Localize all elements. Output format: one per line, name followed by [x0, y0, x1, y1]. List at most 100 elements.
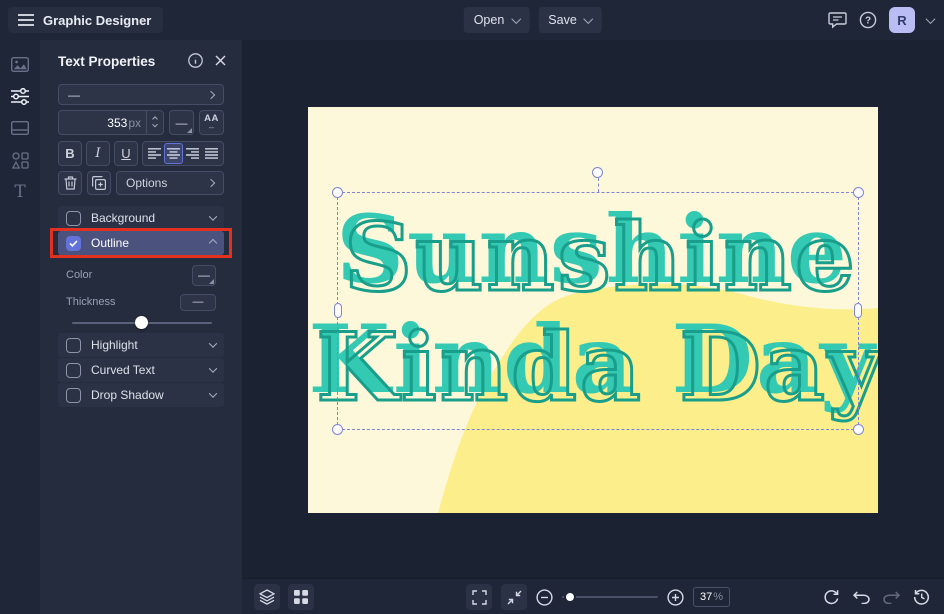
main-menu-button[interactable]: Graphic Designer	[8, 7, 163, 33]
zoom-percent-value: 37	[700, 591, 712, 603]
outline-checkbox[interactable]	[66, 236, 81, 251]
app-title: Graphic Designer	[43, 13, 151, 28]
stepper-down-icon[interactable]	[152, 122, 158, 128]
background-checkbox[interactable]	[66, 211, 81, 226]
fit-to-screen-button[interactable]	[501, 584, 527, 610]
thickness-slider-handle[interactable]	[135, 316, 148, 329]
font-family-select[interactable]: —	[58, 84, 224, 105]
save-button[interactable]: Save	[538, 7, 602, 33]
zoom-controls: 37 %	[466, 584, 730, 610]
refresh-button[interactable]	[823, 589, 840, 605]
zoom-percent-input[interactable]: 37 %	[693, 587, 730, 607]
curved-text-toggle-row[interactable]: Curved Text	[58, 358, 224, 382]
comments-button[interactable]	[828, 12, 847, 29]
outline-thickness-row: Thickness —	[58, 293, 224, 311]
layers-button[interactable]	[254, 584, 280, 610]
rail-frames-tab[interactable]	[0, 112, 40, 144]
bold-button[interactable]: B	[58, 141, 82, 166]
file-actions: Open Save	[464, 7, 602, 33]
chevron-right-icon	[207, 179, 215, 187]
undo-button[interactable]	[853, 590, 870, 604]
account-chevron-down-icon[interactable]	[926, 14, 936, 24]
resize-handle-left[interactable]	[334, 303, 342, 318]
zoom-slider[interactable]	[562, 596, 658, 598]
chevron-right-icon	[207, 90, 215, 98]
text-color-swatch[interactable]: —	[169, 110, 194, 135]
curved-text-checkbox[interactable]	[66, 363, 81, 378]
outline-thickness-slider-row	[58, 316, 224, 330]
tool-rail: T	[0, 40, 41, 614]
history-controls	[823, 584, 930, 610]
options-button[interactable]: Options	[116, 171, 224, 195]
outline-toggle-row[interactable]: Outline	[58, 231, 224, 255]
drop-shadow-label: Drop Shadow	[91, 388, 164, 402]
outline-thickness-value-box[interactable]: —	[180, 294, 216, 311]
chevron-down-icon	[209, 364, 217, 372]
grid-view-button[interactable]	[288, 584, 314, 610]
open-button[interactable]: Open	[464, 7, 530, 33]
drop-shadow-checkbox[interactable]	[66, 388, 81, 403]
align-left-button[interactable]	[145, 143, 164, 164]
font-size-stepper[interactable]	[146, 111, 163, 134]
chevron-down-icon	[583, 14, 593, 24]
highlight-label: Highlight	[91, 338, 138, 352]
graphic-designer-app: Graphic Designer Open Save ? R	[0, 0, 944, 614]
user-avatar[interactable]: R	[889, 7, 915, 33]
resize-handle-top-left[interactable]	[332, 187, 343, 198]
font-size-unit: px	[128, 116, 141, 130]
chevron-down-icon	[209, 339, 217, 347]
letter-spacing-button[interactable]: AA ↔	[199, 110, 224, 135]
rail-properties-tab[interactable]	[0, 80, 40, 112]
font-size-input[interactable]: 353 px	[58, 110, 164, 135]
italic-button[interactable]: I	[86, 141, 110, 166]
chevron-up-icon	[209, 239, 217, 247]
zoom-in-button[interactable]	[667, 589, 684, 606]
bottom-left-tools	[254, 584, 314, 610]
help-button[interactable]: ?	[859, 11, 877, 29]
font-size-row: 353 px — AA ↔	[58, 110, 224, 135]
resize-handle-right[interactable]	[854, 303, 862, 318]
zoom-slider-handle[interactable]	[564, 591, 576, 603]
highlight-checkbox[interactable]	[66, 338, 81, 353]
redo-button[interactable]	[883, 590, 900, 604]
outline-color-swatch[interactable]: —	[192, 265, 216, 286]
curved-text-label: Curved Text	[91, 363, 155, 377]
outline-color-value: —	[198, 268, 210, 282]
fullscreen-button[interactable]	[466, 584, 492, 610]
zoom-percent-unit: %	[713, 591, 723, 603]
rail-shapes-tab[interactable]	[0, 144, 40, 176]
background-label: Background	[91, 211, 155, 225]
rotation-handle[interactable]	[592, 167, 603, 178]
resize-handle-top-right[interactable]	[853, 187, 864, 198]
rail-text-tab[interactable]: T	[0, 176, 40, 208]
align-center-button[interactable]	[164, 143, 183, 164]
history-button[interactable]	[913, 589, 930, 605]
align-right-button[interactable]	[183, 143, 202, 164]
design-canvas[interactable]: Sunshine Kinda Day Sunshine Kinda Day	[308, 107, 878, 513]
outline-thickness-label: Thickness	[58, 296, 116, 308]
font-size-value: 353	[107, 116, 127, 130]
underline-button[interactable]: U	[114, 141, 138, 166]
bottom-toolbar: 37 %	[242, 578, 944, 614]
delete-button[interactable]	[58, 171, 82, 195]
highlight-toggle-row[interactable]: Highlight	[58, 333, 224, 357]
drop-shadow-toggle-row[interactable]: Drop Shadow	[58, 383, 224, 407]
resize-handle-bottom-left[interactable]	[332, 424, 343, 435]
workspace: Sunshine Kinda Day Sunshine Kinda Day	[242, 40, 944, 578]
text-properties-panel: Text Properties — 353 px	[40, 40, 242, 614]
top-bar: Graphic Designer Open Save ? R	[0, 0, 944, 40]
close-icon[interactable]	[215, 55, 226, 66]
rail-images-tab[interactable]	[0, 48, 40, 80]
background-toggle-row[interactable]: Background	[58, 206, 224, 230]
zoom-out-button[interactable]	[536, 589, 553, 606]
text-color-value: —	[176, 116, 188, 130]
resize-handle-bottom-right[interactable]	[853, 424, 864, 435]
svg-text:?: ?	[865, 16, 871, 27]
thickness-slider[interactable]	[72, 322, 212, 324]
open-button-label: Open	[474, 13, 505, 27]
element-actions-row: Options	[58, 171, 224, 195]
align-justify-button[interactable]	[202, 143, 221, 164]
duplicate-button[interactable]	[87, 171, 111, 195]
info-icon[interactable]	[188, 53, 203, 68]
selection-box[interactable]	[337, 192, 859, 430]
